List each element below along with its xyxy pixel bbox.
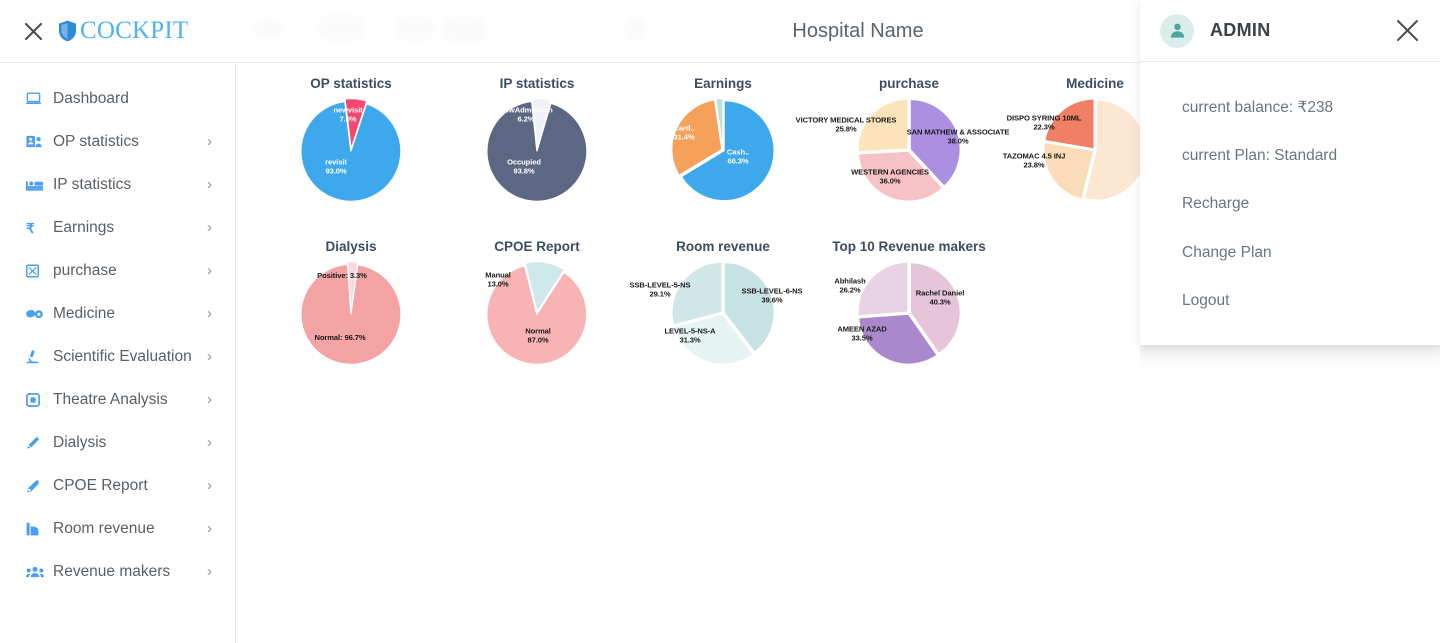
admin-menu-item-change-plan[interactable]: Change Plan	[1140, 229, 1440, 278]
hotel-icon	[26, 522, 46, 536]
pie-chart[interactable]: PositivePositive: 3.3%NormalNormal: 96.7…	[296, 258, 406, 368]
chart-title: Dialysis	[325, 239, 377, 254]
chart-card: Top 10 Revenue makers Rachel Daniel 40.3% A…	[816, 230, 1002, 393]
admin-title: ADMIN	[1210, 20, 1271, 40]
pie-chart[interactable]: MERO..TAZOMAC 4.5 INJ23.8%DISPO SYRING 1…	[1003, 95, 1171, 205]
chart-card: IP statistics NewAdmission 6.2% Occupied 93.…	[444, 67, 630, 230]
admin-panel-header: ADMIN	[1140, 0, 1440, 62]
pie-chart[interactable]: NewAdmission 6.2% Occupied 93.8%	[482, 95, 592, 205]
chart-title: IP statistics	[499, 76, 575, 91]
chart-card: Earnings Cash.. 66.3% Card.. 31.4%	[630, 67, 816, 230]
pie-chart[interactable]: Rachel Daniel 40.3% AMEEN AZAD 33.5% Abhilas…	[834, 258, 964, 368]
sidebar-nav: Dashboard OP statistics › IP statistics › ₹ Ea…	[0, 77, 235, 593]
chevron-right-icon: ›	[207, 520, 212, 537]
chevron-right-icon: ›	[207, 477, 212, 494]
laptop-icon	[26, 92, 46, 105]
chevron-right-icon: ›	[207, 176, 212, 193]
chevron-right-icon: ›	[207, 434, 212, 451]
sidebar-item-dashboard[interactable]: Dashboard	[0, 77, 235, 120]
capsules-icon	[26, 308, 46, 320]
pie-chart[interactable]: Manual 13.0% Normal 87.0%	[482, 258, 592, 368]
admin-menu: current balance: ₹238 current Plan: Stand…	[1140, 62, 1440, 326]
syringe-icon	[26, 436, 46, 450]
sidebar-item-purchase[interactable]: purchase ›	[0, 249, 235, 292]
pie-slice[interactable]	[671, 261, 723, 326]
brand-logo[interactable]: COCKPIT	[58, 17, 188, 45]
chevron-right-icon: ›	[207, 391, 212, 408]
sidebar-item-scientific-evaluation[interactable]: Scientific Evaluation ›	[0, 335, 235, 378]
sidebar-item-op-statistics[interactable]: OP statistics ›	[0, 120, 235, 163]
sidebar-item-medicine[interactable]: Medicine ›	[0, 292, 235, 335]
sidebar-item-dialysis[interactable]: Dialysis ›	[0, 421, 235, 464]
sidebar-item-label: Medicine	[53, 304, 116, 322]
sidebar-item-ip-statistics[interactable]: IP statistics ›	[0, 163, 235, 206]
theatre-icon	[26, 392, 46, 407]
admin-panel: ADMIN current balance: ₹238 current Plan:…	[1140, 0, 1440, 345]
chart-title: Medicine	[1066, 76, 1124, 91]
pie-chart[interactable]: SSB-LEVEL-6-NS 39.6% LEVEL-5-NS-A 31.3% SSB-…	[629, 258, 803, 368]
chart-card: Dialysis PositivePositive: 3.3%NormalNorm…	[258, 230, 444, 393]
sidebar-item-label: Theatre Analysis	[53, 390, 168, 408]
chart-title: OP statistics	[310, 76, 392, 91]
pie-slice[interactable]	[857, 261, 909, 317]
box-icon	[26, 264, 46, 278]
avatar	[1160, 13, 1194, 48]
admin-menu-item-logout[interactable]: Logout	[1140, 277, 1440, 326]
close-icon[interactable]	[1392, 16, 1422, 46]
admin-menu-item-current-balance-238[interactable]: current balance: ₹238	[1140, 83, 1440, 132]
chart-title: Top 10 Revenue makers	[832, 239, 986, 254]
sidebar-item-label: Scientific Evaluation	[53, 347, 192, 365]
sidebar-item-label: Revenue makers	[53, 562, 171, 580]
brand-zone: COCKPIT	[0, 0, 236, 63]
chevron-right-icon: ›	[207, 348, 212, 365]
chart-title: purchase	[878, 76, 940, 91]
shield-icon	[58, 20, 77, 42]
sidebar: Dashboard OP statistics › IP statistics › ₹ Ea…	[0, 63, 236, 643]
chart-card: purchase SAN MATHEW & ASSOCIATE 38.0% WESTE…	[796, 67, 1009, 230]
sidebar-item-label: purchase	[53, 261, 117, 279]
pie-slice[interactable]	[1044, 98, 1095, 150]
pie-chart[interactable]: Cash.. 66.3% Card.. 31.4%	[668, 95, 778, 205]
chevron-right-icon: ›	[207, 133, 212, 150]
hospital-bed-icon	[26, 179, 46, 191]
chevron-right-icon: ›	[207, 563, 212, 580]
svg-text:₹: ₹	[26, 221, 35, 235]
chart-card: OP statistics newvisit 7.0% revisit 93.0%	[258, 67, 444, 230]
pie-chart[interactable]: newvisit 7.0% revisit 93.0%	[296, 95, 406, 205]
app-root: COCKPIT Hospital Name Dashboard OP statis…	[0, 0, 1440, 643]
close-icon[interactable]	[16, 14, 50, 48]
sidebar-item-revenue-makers[interactable]: Revenue makers ›	[0, 550, 235, 593]
sidebar-item-label: IP statistics	[53, 175, 132, 193]
sidebar-item-label: Room revenue	[53, 519, 155, 537]
pie-slice[interactable]	[857, 98, 909, 153]
sidebar-item-label: Dialysis	[53, 433, 107, 451]
microscope-icon	[26, 349, 46, 364]
sidebar-item-earnings[interactable]: ₹ Earnings ›	[0, 206, 235, 249]
pen-icon	[26, 479, 46, 493]
sidebar-item-label: OP statistics	[53, 132, 139, 150]
chart-title: Room revenue	[676, 239, 770, 254]
admin-menu-item-current-plan-standard[interactable]: current Plan: Standard	[1140, 132, 1440, 181]
sidebar-item-label: Dashboard	[53, 89, 129, 107]
chart-title: CPOE Report	[494, 239, 580, 254]
admin-menu-item-recharge[interactable]: Recharge	[1140, 180, 1440, 229]
sidebar-item-label: Earnings	[53, 218, 115, 236]
chevron-right-icon: ›	[207, 262, 212, 279]
chart-card: CPOE Report Manual 13.0% Normal 87.0%	[444, 230, 630, 393]
page-title: Hospital Name	[792, 19, 924, 42]
pie-chart[interactable]: SAN MATHEW & ASSOCIATE 38.0% WESTERN AGENC…	[796, 95, 1009, 205]
sidebar-item-label: CPOE Report	[53, 476, 148, 494]
chart-title: Earnings	[694, 76, 752, 91]
chevron-right-icon: ›	[207, 219, 212, 236]
id-card-icon	[26, 135, 46, 148]
chart-card: Room revenue SSB-LEVEL-6-NS 39.6% LEVEL-5-N…	[629, 230, 816, 393]
sidebar-item-room-revenue[interactable]: Room revenue ›	[0, 507, 235, 550]
rupee-icon: ₹	[26, 221, 46, 235]
users-icon	[26, 566, 46, 578]
chevron-right-icon: ›	[207, 305, 212, 322]
sidebar-item-cpoe-report[interactable]: CPOE Report ›	[0, 464, 235, 507]
brand-name: COCKPIT	[80, 17, 189, 44]
sidebar-item-theatre-analysis[interactable]: Theatre Analysis ›	[0, 378, 235, 421]
